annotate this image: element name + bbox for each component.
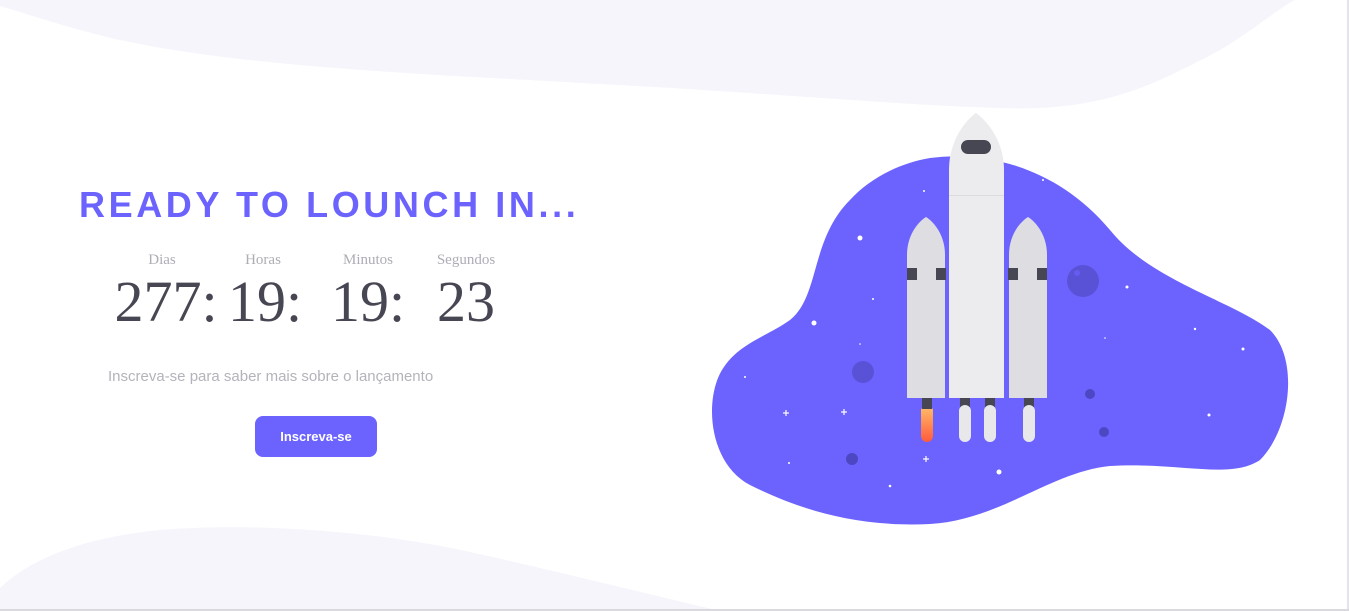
- days-label: Dias: [148, 252, 176, 268]
- subscribe-description: Inscreva-se para saber mais sobre o lanç…: [108, 368, 434, 385]
- rocket-body: [949, 113, 1004, 398]
- seconds-label: Segundos: [436, 252, 496, 268]
- planet-icon: [1067, 265, 1099, 297]
- countdown-minutes: Minutos 19:: [328, 250, 408, 334]
- engine-flame: [921, 405, 933, 442]
- seconds-value: 23: [437, 269, 495, 334]
- countdown-days: Dias 277:: [114, 250, 218, 334]
- rocket-window: [961, 140, 991, 154]
- countdown-hours: Horas 19:: [228, 250, 303, 334]
- planet-icon: [846, 453, 858, 465]
- landing-page: READY TO LOUNCH IN... Dias 277: Horas 19…: [0, 0, 1349, 611]
- bottom-wave: [0, 527, 720, 611]
- minutes-label: Minutos: [342, 252, 393, 268]
- rocket-illustration: [711, 113, 1289, 525]
- hours-label: Horas: [245, 252, 281, 268]
- right-booster: [1009, 217, 1047, 398]
- subscribe-button[interactable]: Inscreva-se: [255, 416, 377, 457]
- left-booster: [907, 217, 945, 398]
- planet-icon: [852, 361, 874, 383]
- planet-icon: [1085, 389, 1095, 399]
- days-value: 277:: [114, 269, 218, 334]
- countdown-timer: Dias 277: Horas 19: Minutos 19: Segundos…: [110, 250, 520, 340]
- hours-value: 19:: [228, 269, 303, 334]
- minutes-value: 19:: [330, 269, 406, 334]
- planet-icon: [1099, 427, 1109, 437]
- page-title: READY TO LOUNCH IN...: [79, 184, 580, 225]
- top-wave: [0, 0, 1295, 109]
- countdown-seconds: Segundos 23: [430, 250, 502, 334]
